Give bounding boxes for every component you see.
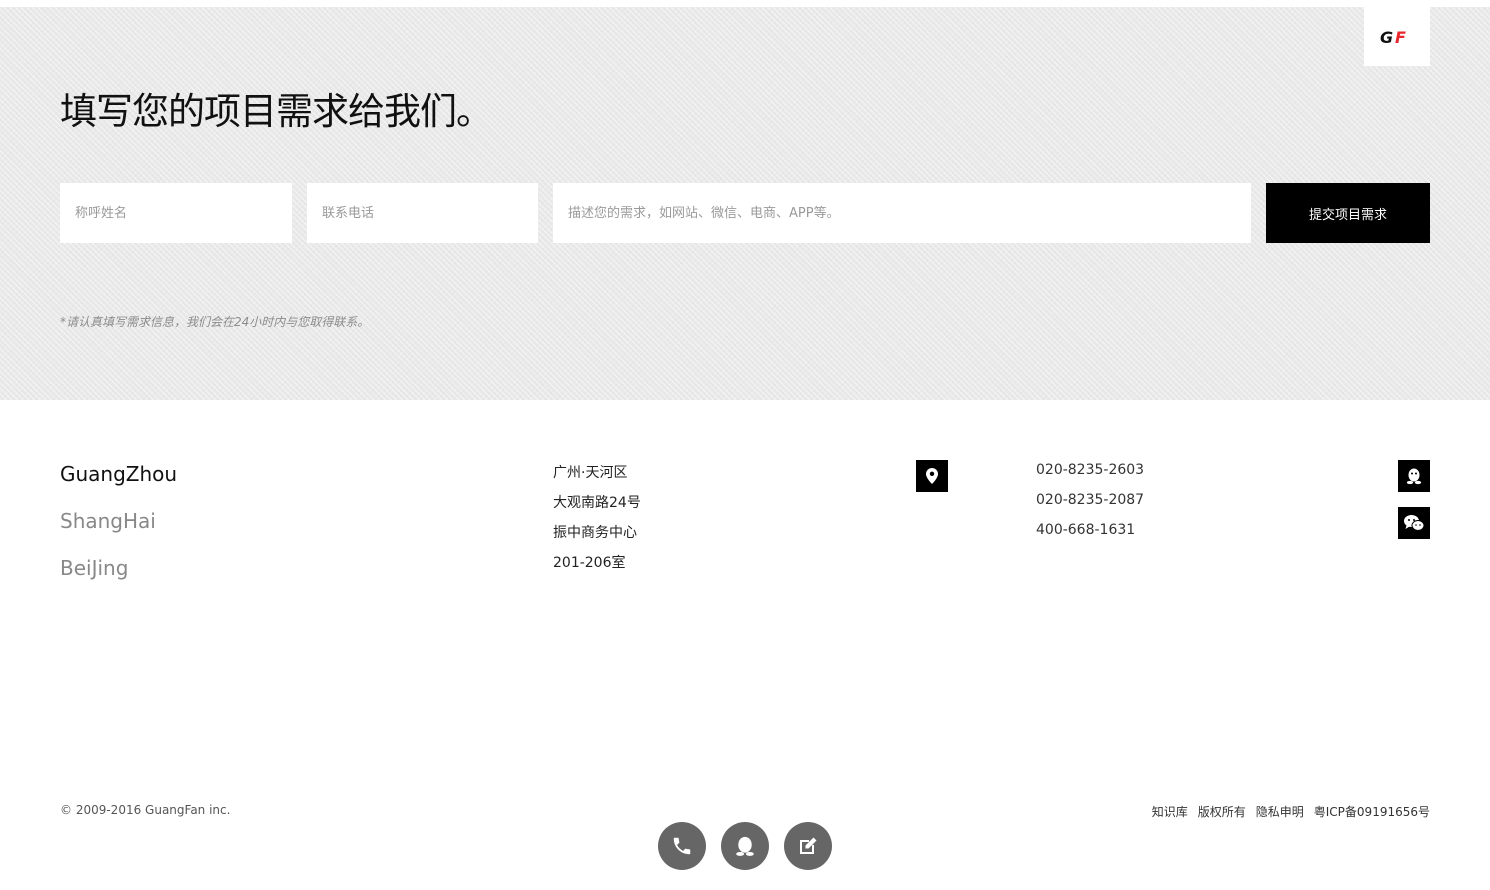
contact-section: G F 填写您的项目需求给我们。 提交项目需求 *请认真填写需求信息，我们会在2… xyxy=(0,7,1490,400)
copyright: © 2009-2016 GuangFan inc. xyxy=(60,803,231,817)
phone-icon xyxy=(673,837,691,855)
qq-icon[interactable] xyxy=(1398,460,1430,492)
svg-text:G: G xyxy=(1380,28,1393,46)
address-line: 大观南路24号 xyxy=(553,495,641,511)
footer-link-icp[interactable]: 粤ICP备09191656号 xyxy=(1314,803,1430,820)
form-headline: 填写您的项目需求给我们。 xyxy=(60,90,493,133)
phone-field[interactable] xyxy=(307,183,538,243)
name-field[interactable] xyxy=(60,183,292,243)
address-line: 广州·天河区 xyxy=(553,465,628,481)
edit-icon xyxy=(800,837,817,854)
logo[interactable]: G F xyxy=(1364,7,1430,66)
phone-number: 020-8235-2087 xyxy=(1036,492,1145,508)
city-tab-guangzhou[interactable]: GuangZhou xyxy=(60,462,177,486)
svg-text:F: F xyxy=(1395,28,1406,46)
footer-link-knowledge[interactable]: 知识库 xyxy=(1152,803,1188,820)
location-pin-icon[interactable] xyxy=(916,460,948,492)
form-notice: *请认真填写需求信息，我们会在24小时内与您取得联系。 xyxy=(60,315,370,329)
city-tab-beijing[interactable]: BeiJing xyxy=(60,556,128,580)
phone-number: 020-8235-2603 xyxy=(1036,462,1145,478)
description-field[interactable] xyxy=(553,183,1251,243)
qq-float-button[interactable] xyxy=(721,822,769,870)
footer-links: 知识库 版权所有 隐私申明 粤ICP备09191656号 xyxy=(1152,803,1430,820)
address-line: 振中商务中心 xyxy=(553,525,637,541)
qq-icon xyxy=(736,836,754,856)
name-input[interactable] xyxy=(73,204,292,222)
description-input[interactable] xyxy=(566,204,1251,222)
footer-link-privacy[interactable]: 隐私申明 xyxy=(1256,803,1304,820)
wechat-icon[interactable] xyxy=(1398,507,1430,539)
gf-logo-icon: G F xyxy=(1380,28,1406,46)
phone-input[interactable] xyxy=(320,204,538,222)
top-strip xyxy=(0,0,1490,7)
footer-link-copyright[interactable]: 版权所有 xyxy=(1198,803,1246,820)
address-line: 201-206室 xyxy=(553,555,626,571)
edit-float-button[interactable] xyxy=(784,822,832,870)
submit-button[interactable]: 提交项目需求 xyxy=(1266,183,1430,243)
phone-number: 400-668-1631 xyxy=(1036,522,1136,538)
city-tab-shanghai[interactable]: ShangHai xyxy=(60,509,156,533)
phone-float-button[interactable] xyxy=(658,822,706,870)
